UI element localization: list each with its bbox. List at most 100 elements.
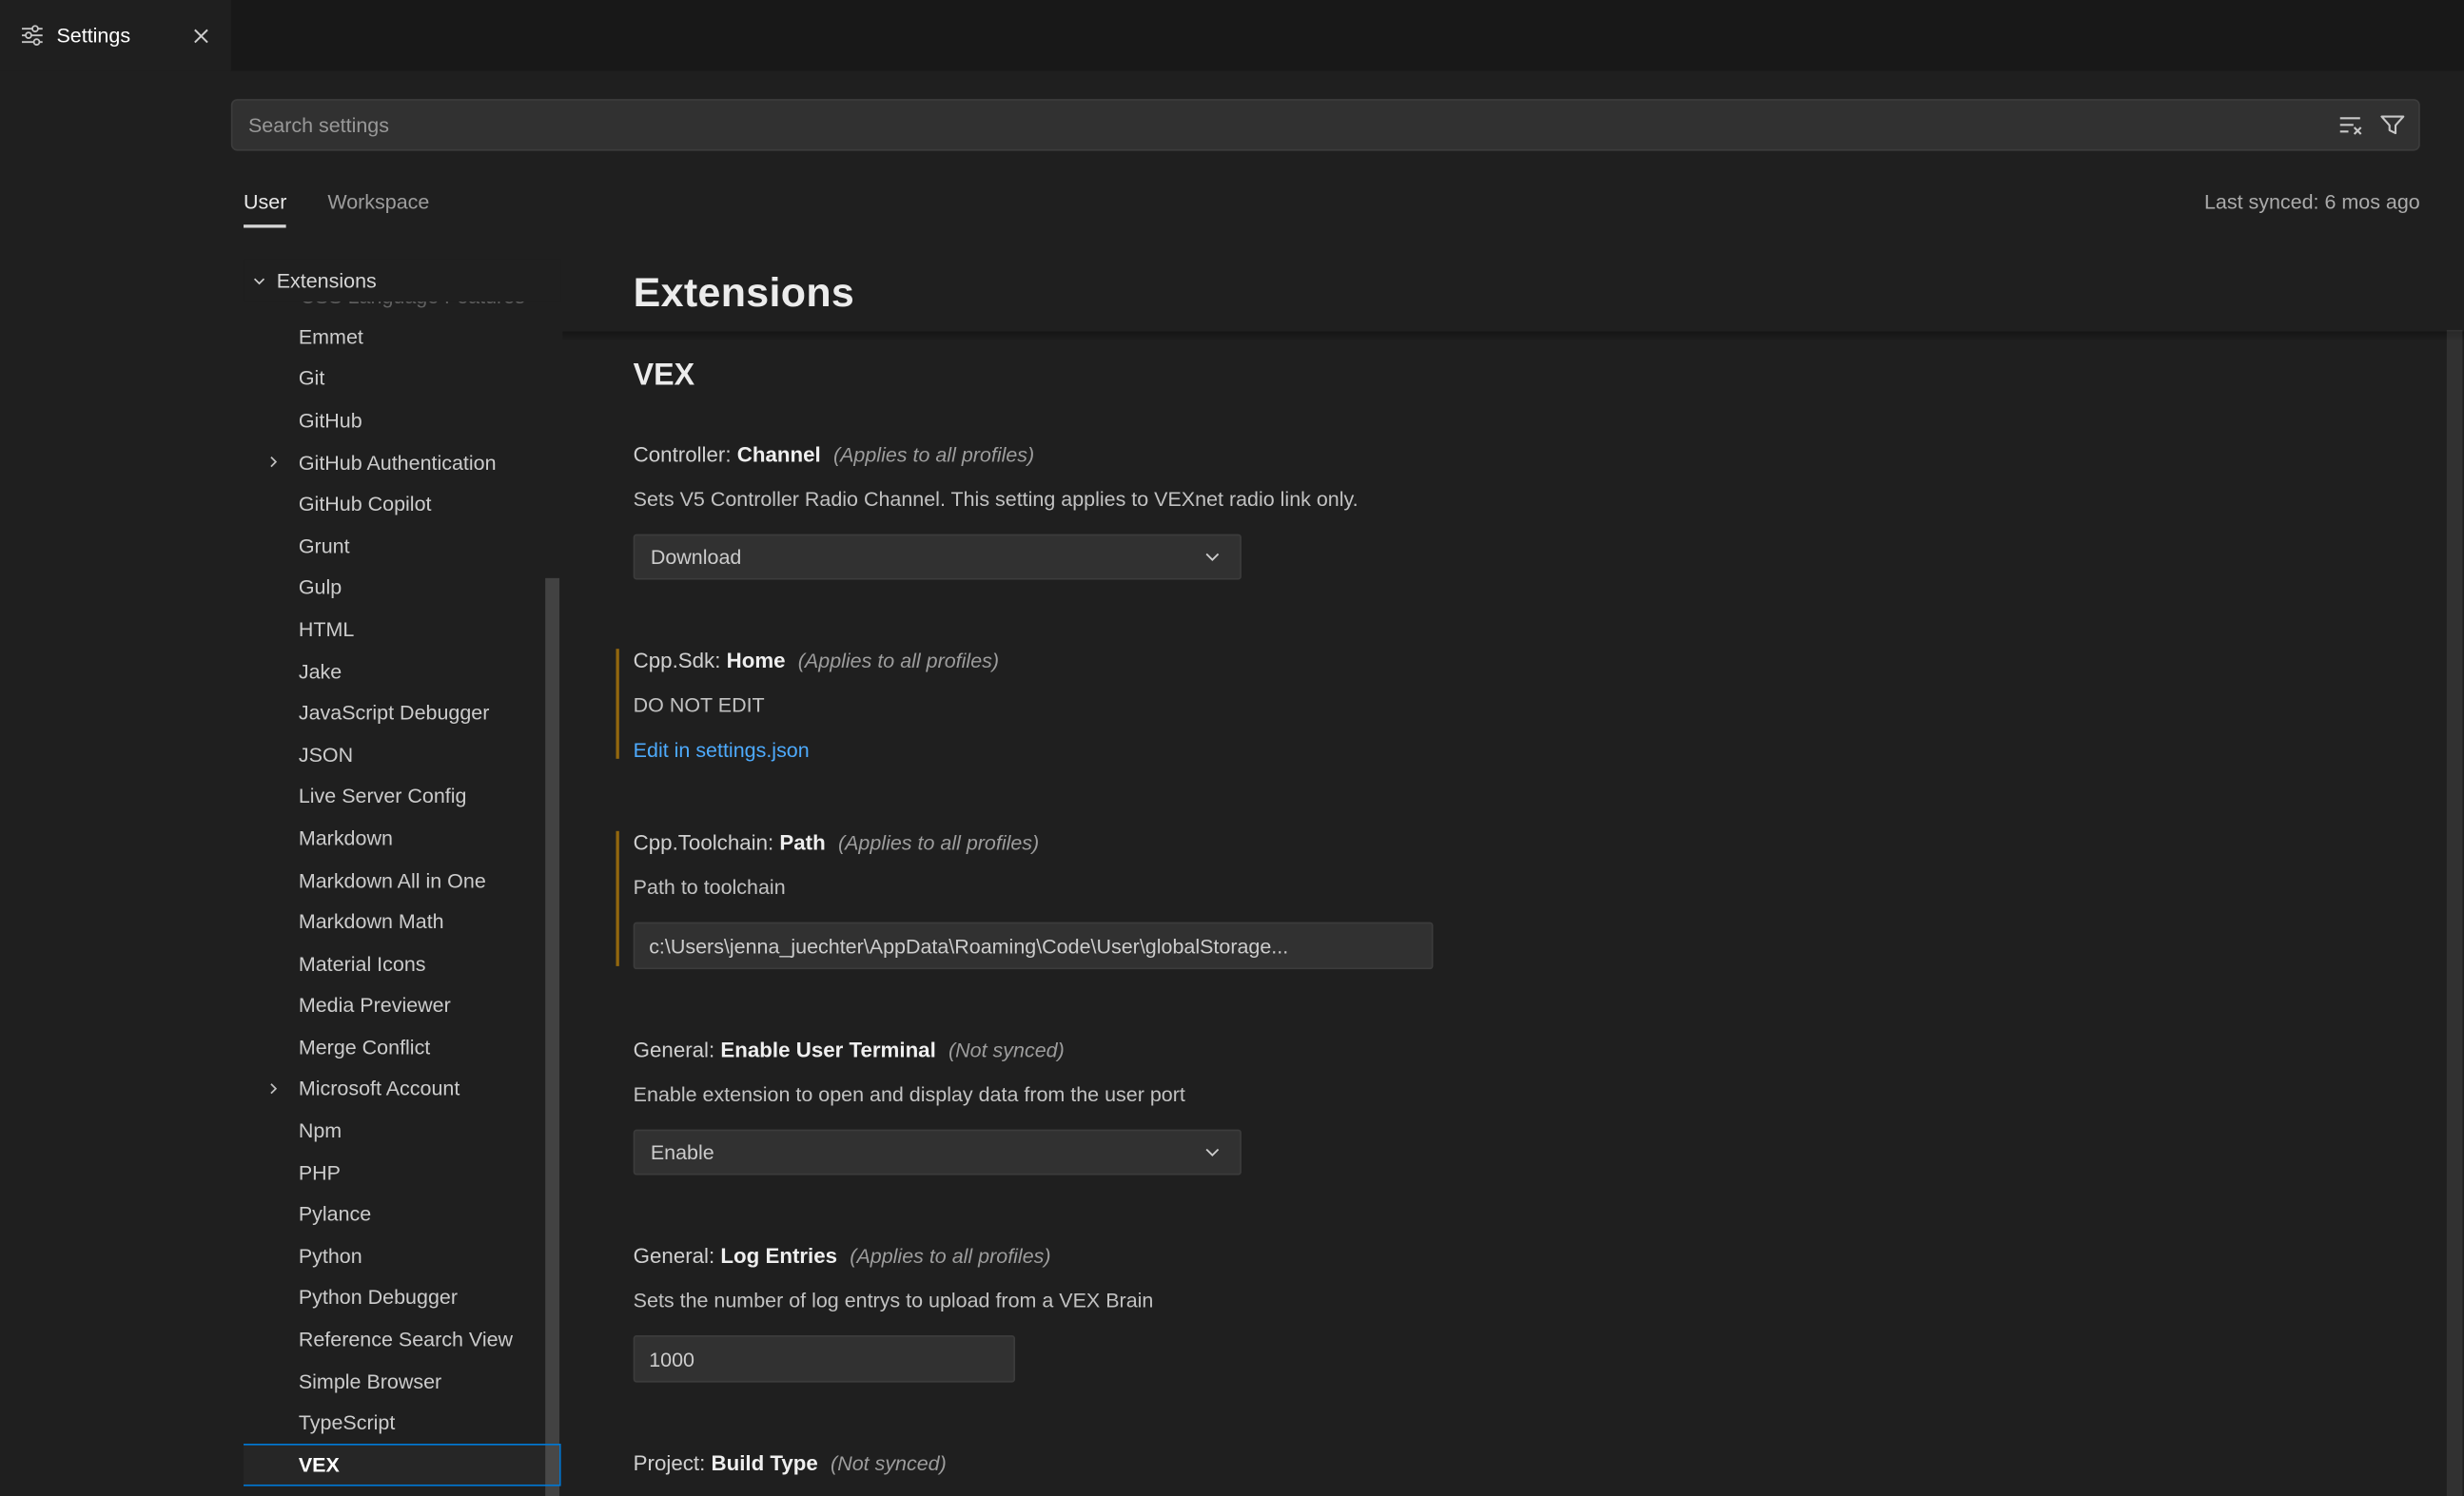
toc-item-gulp[interactable]: Gulp (244, 567, 561, 609)
setting-scope: (Applies to all profiles) (850, 1244, 1050, 1268)
setting-title: Project: Build Type(Not synced) (634, 1448, 2425, 1480)
toc-item-label: GitHub Copilot (299, 492, 432, 515)
setting-category: Controller: (634, 443, 737, 467)
toc-item-label: PHP (299, 1160, 341, 1184)
toc-item-emmet[interactable]: Emmet (244, 316, 561, 358)
toc-item-python-debugger[interactable]: Python Debugger (244, 1276, 561, 1318)
toc-item-label: VEX (299, 1453, 340, 1477)
setting-cpp-sdk-home: Cpp.Sdk: Home(Applies to all profiles) DO… (634, 646, 2425, 762)
toc-item-javascript-debugger[interactable]: JavaScript Debugger (244, 691, 561, 733)
toc-item-label: Python (299, 1244, 362, 1268)
toc-item-simple-browser[interactable]: Simple Browser (244, 1360, 561, 1402)
cpp-toolchain-path-input[interactable] (634, 923, 1434, 970)
setting-scope: (Applies to all profiles) (833, 443, 1034, 467)
filter-icon[interactable] (2379, 111, 2406, 138)
toc-item-markdown-math[interactable]: Markdown Math (244, 901, 561, 942)
toc-item-material-icons[interactable]: Material Icons (244, 942, 561, 984)
tab-workspace[interactable]: Workspace (327, 189, 429, 213)
toc-item-grunt[interactable]: Grunt (244, 525, 561, 567)
toc-item-label: GitHub (299, 408, 362, 432)
toc-item-reference-search-view[interactable]: Reference Search View (244, 1318, 561, 1360)
toc-root-extensions[interactable]: Extensions (244, 260, 561, 302)
toc-item-markdown-all-in-one[interactable]: Markdown All in One (244, 859, 561, 901)
toc-item-label: Markdown Math (299, 910, 444, 934)
toc-item-label: HTML (299, 617, 354, 641)
tab-title: Settings (56, 24, 130, 48)
clear-search-icon[interactable] (2337, 111, 2363, 138)
toc-item-typescript[interactable]: TypeScript (244, 1402, 561, 1444)
close-icon[interactable] (187, 21, 216, 49)
setting-scope: (Not synced) (831, 1451, 947, 1475)
toc-item-label: JavaScript Debugger (299, 701, 490, 725)
setting-title: Cpp.Sdk: Home(Applies to all profiles) (634, 646, 2425, 677)
editor-scrollbar[interactable] (2447, 330, 2463, 1496)
setting-title: Controller: Channel (Applies to all profi… (634, 440, 2425, 472)
settings-sliders-icon (20, 24, 44, 48)
setting-project-build-type: Project: Build Type(Not synced) (634, 1448, 2425, 1480)
setting-description: Enable extension to open and display dat… (634, 1079, 2425, 1109)
settings-search (231, 99, 2420, 151)
toc-item-label: TypeScript (299, 1411, 395, 1435)
vscode-window: Settings (0, 0, 2464, 1496)
tab-user[interactable]: User (244, 189, 286, 213)
toc-item-npm[interactable]: Npm (244, 1110, 561, 1152)
last-synced-label: Last synced: 6 mos ago (2204, 189, 2420, 213)
setting-scope: (Applies to all profiles) (798, 649, 999, 672)
setting-general-log-entries: General: Log Entries(Applies to all prof… (634, 1241, 2425, 1383)
toc-item-label: Material Icons (299, 952, 426, 976)
search-actions (2337, 111, 2406, 138)
setting-title: Cpp.Toolchain: Path (Applies to all profi… (634, 827, 2425, 859)
settings-toc: CSS Language Features Extensions EmmetGi… (244, 260, 561, 1496)
toc-item-vex[interactable]: VEX (244, 1444, 561, 1486)
toc-item-label: Markdown All in One (299, 868, 486, 892)
setting-description: Path to toolchain (634, 872, 2425, 902)
select-value: Download (651, 545, 742, 569)
toc-item-label: Media Previewer (299, 993, 451, 1017)
general-enable-user-terminal-select[interactable]: Enable (634, 1130, 1242, 1175)
toc-item-json[interactable]: JSON (244, 733, 561, 775)
toc-item-label: Python Debugger (299, 1286, 458, 1310)
search-input[interactable] (248, 113, 2337, 137)
toc-item-label: Reference Search View (299, 1328, 513, 1351)
toc-item-jake[interactable]: Jake (244, 650, 561, 691)
toc-item-merge-conflict[interactable]: Merge Conflict (244, 1026, 561, 1068)
general-log-entries-input[interactable] (634, 1335, 1015, 1383)
setting-name: Enable User Terminal (720, 1039, 935, 1062)
setting-controller-channel: Controller: Channel (Applies to all profi… (634, 440, 2425, 580)
chevron-right-icon (264, 453, 284, 472)
toc-item-python[interactable]: Python (244, 1234, 561, 1276)
edit-in-settings-json-link[interactable]: Edit in settings.json (634, 738, 810, 762)
settings-tab[interactable]: Settings (0, 0, 231, 70)
setting-description: DO NOT EDIT (634, 690, 2425, 719)
setting-name: Path (779, 831, 825, 855)
toc-item-pylance[interactable]: Pylance (244, 1193, 561, 1234)
toc-item-github-copilot[interactable]: GitHub Copilot (244, 483, 561, 525)
toc-item-label: Npm (299, 1118, 342, 1142)
setting-name: Channel (737, 443, 821, 467)
toc-item-label: Grunt (299, 534, 350, 557)
toc-item-github-authentication[interactable]: GitHub Authentication (244, 441, 561, 483)
editor-tab-bar: Settings (0, 0, 2464, 70)
toc-item-markdown[interactable]: Markdown (244, 817, 561, 859)
toc-item-github[interactable]: GitHub (244, 399, 561, 441)
toc-item-live-server-config[interactable]: Live Server Config (244, 775, 561, 817)
chevron-down-icon (1201, 545, 1224, 569)
setting-category: Cpp.Toolchain: (634, 831, 780, 855)
controller-channel-select[interactable]: Download (634, 534, 1242, 580)
setting-category: General: (634, 1039, 721, 1062)
toc-item-label: Live Server Config (299, 785, 467, 808)
select-value: Enable (651, 1140, 714, 1164)
toc-list: EmmetGit GitHub GitHub Authentication GitHu… (244, 316, 561, 1486)
toc-item-label: JSON (299, 743, 353, 767)
setting-cpp-toolchain-path: Cpp.Toolchain: Path (Applies to all profi… (634, 827, 2425, 969)
settings-list: Controller: Channel (Applies to all profi… (634, 440, 2425, 1480)
setting-general-enable-user-terminal: General: Enable User Terminal(Not synced… (634, 1036, 2425, 1175)
toc-item-html[interactable]: HTML (244, 609, 561, 651)
toc-item-microsoft-account[interactable]: Microsoft Account (244, 1068, 561, 1110)
setting-scope: (Applies to all profiles) (838, 831, 1039, 855)
toc-item-media-previewer[interactable]: Media Previewer (244, 984, 561, 1026)
toc-item-label: Simple Browser (299, 1370, 441, 1393)
toc-item-git[interactable]: Git (244, 358, 561, 399)
toc-item-php[interactable]: PHP (244, 1152, 561, 1194)
setting-name: Build Type (711, 1451, 817, 1475)
